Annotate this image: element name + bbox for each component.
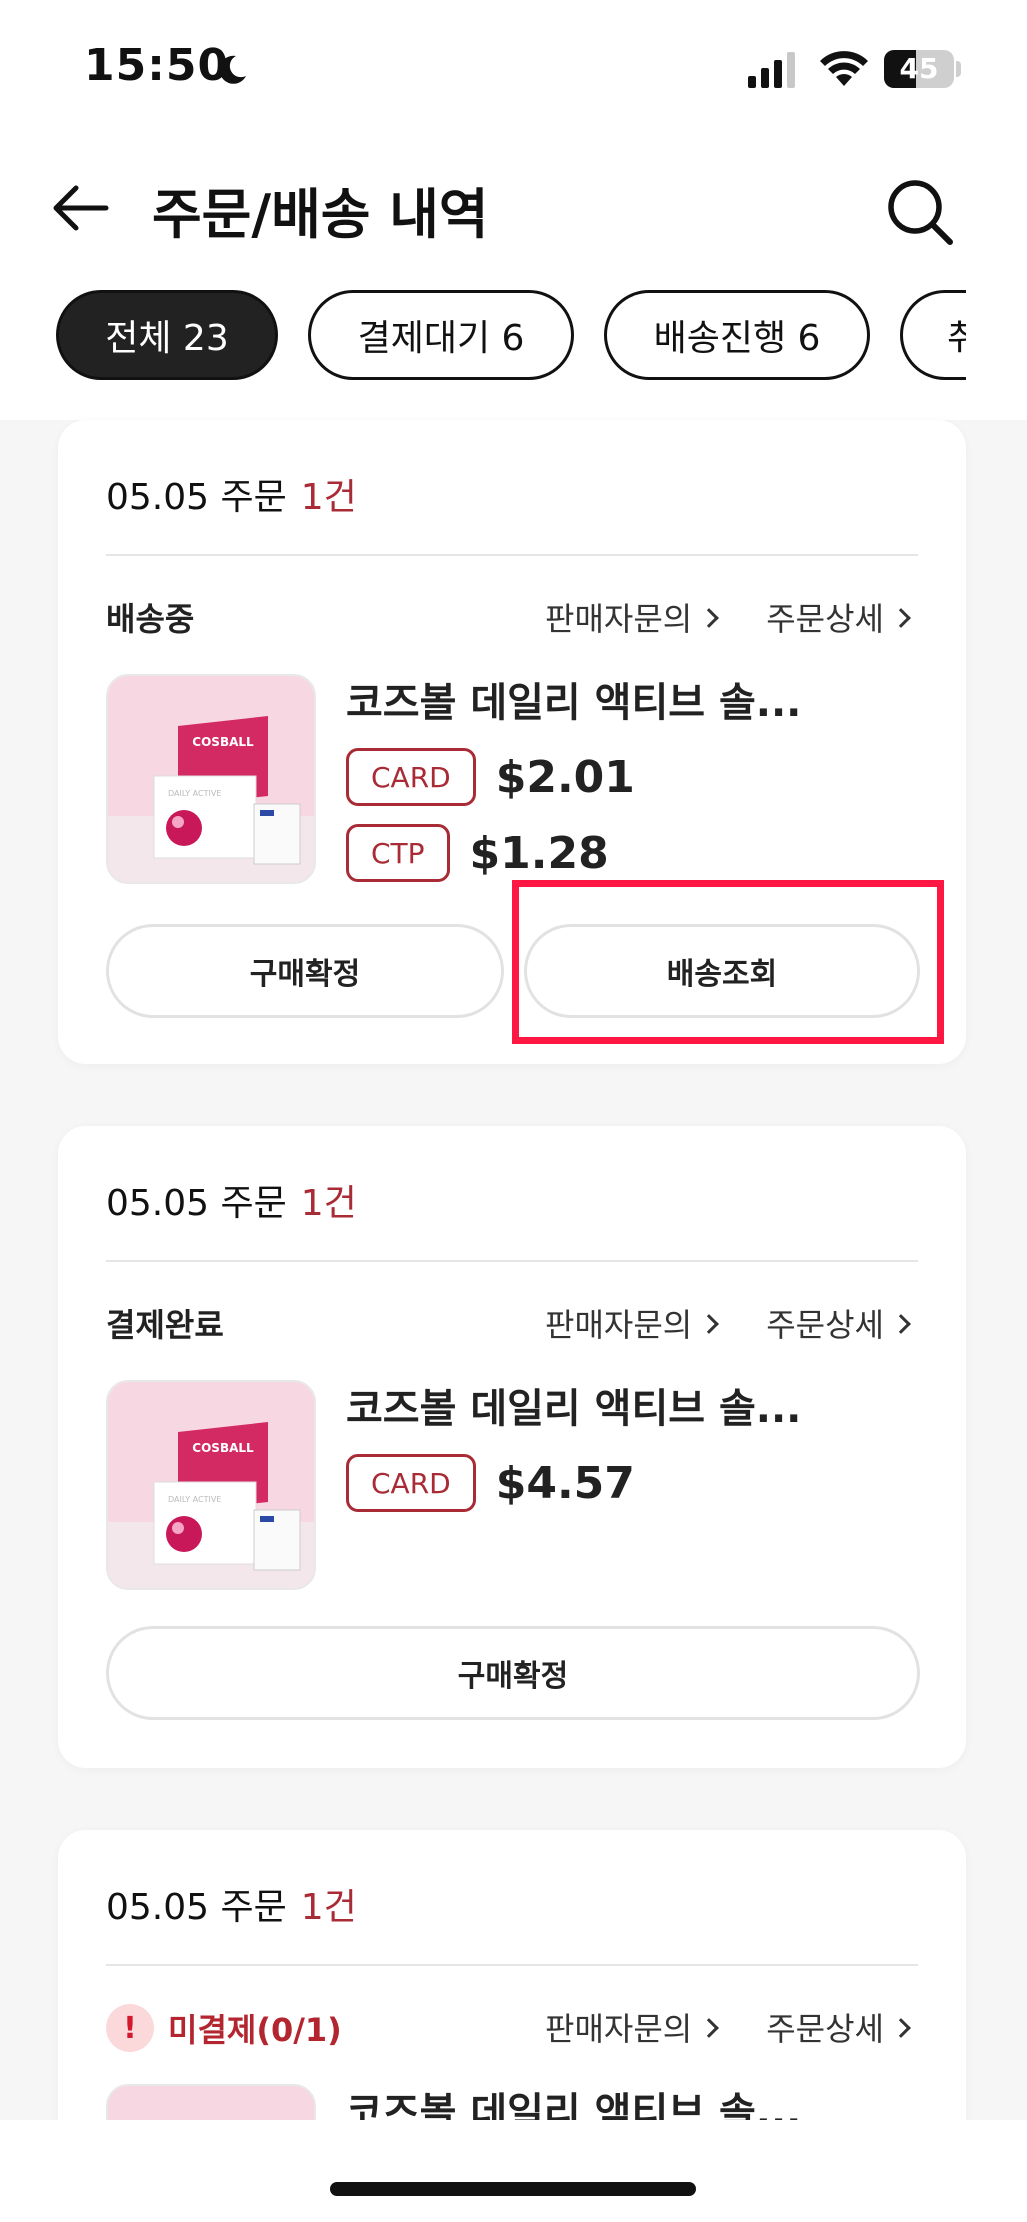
order-status: ! 미결제(0/1) — [106, 2004, 342, 2052]
order-links: 판매자문의 주문상세 — [545, 594, 911, 640]
seller-inquiry-label: 판매자문의 — [545, 2010, 693, 2048]
order-date-text: 05.05 주문 — [106, 1183, 287, 1224]
product-name[interactable]: 코즈볼 데일리 액티브 솔... — [346, 1376, 906, 1434]
product-brand-text: COSBALL — [192, 1441, 254, 1455]
divider — [106, 1964, 918, 1966]
price: $1.28 — [469, 827, 609, 879]
order-date: 05.05 주문 1건 — [106, 1174, 357, 1226]
order-date-text: 05.05 주문 — [106, 1887, 287, 1928]
payment-method-badge: CARD — [346, 1454, 476, 1512]
order-detail-link[interactable]: 주문상세 — [766, 594, 911, 640]
battery-icon: 45 — [884, 50, 954, 88]
order-count: 1건 — [300, 1887, 357, 1928]
chevron-right-icon — [699, 2018, 720, 2038]
order-count: 1건 — [300, 1183, 357, 1224]
price-row: CARD $2.01 — [346, 748, 635, 806]
chevron-right-icon — [891, 2018, 911, 2038]
order-detail-label: 주문상세 — [766, 600, 884, 638]
divider — [106, 554, 918, 556]
wifi-icon — [820, 51, 868, 86]
seller-inquiry-link[interactable]: 판매자문의 — [545, 1300, 720, 1346]
order-detail-label: 주문상세 — [766, 2010, 884, 2048]
payment-method-badge: CTP — [346, 824, 450, 882]
seller-inquiry-label: 판매자문의 — [545, 1306, 693, 1344]
chevron-right-icon — [891, 608, 911, 628]
chip-cancel[interactable]: 취 — [900, 290, 966, 380]
chevron-right-icon — [699, 608, 720, 628]
divider — [106, 1260, 918, 1262]
filter-chips: 전체 23 결제대기 6 배송진행 6 취 — [56, 290, 966, 384]
seller-inquiry-label: 판매자문의 — [545, 600, 693, 638]
chip-shipping[interactable]: 배송진행 6 — [604, 290, 870, 380]
price: $4.57 — [495, 1457, 635, 1509]
chevron-right-icon — [699, 1314, 720, 1334]
product-box-label: DAILY ACTIVE — [168, 1495, 221, 1504]
confirm-purchase-button[interactable]: 구매확정 — [106, 1626, 920, 1720]
order-date: 05.05 주문 1건 — [106, 1878, 357, 1930]
order-date: 05.05 주문 1건 — [106, 468, 357, 520]
search-icon[interactable] — [884, 176, 956, 248]
order-date-text: 05.05 주문 — [106, 477, 287, 518]
page-title: 주문/배송 내역 — [152, 183, 489, 246]
order-detail-label: 주문상세 — [766, 1306, 884, 1344]
product-image: COSBALL DAILY ACTIVE — [108, 676, 314, 882]
confirm-purchase-button[interactable]: 구매확정 — [106, 924, 504, 1018]
product-name[interactable]: 코즈볼 데일리 액티브 솔... — [346, 670, 906, 728]
order-links: 판매자문의 주문상세 — [545, 1300, 911, 1346]
bottom-bar — [0, 2120, 1027, 2222]
price: $2.01 — [495, 751, 635, 803]
status-time: 15:50 — [84, 40, 230, 91]
order-detail-link[interactable]: 주문상세 — [766, 1300, 911, 1346]
exclamation-icon: ! — [106, 2004, 154, 2052]
battery-cap — [956, 61, 961, 77]
product-image: COSBALL DAILY ACTIVE — [108, 1382, 314, 1588]
order-count: 1건 — [300, 477, 357, 518]
order-status: 배송중 — [106, 600, 195, 638]
seller-inquiry-link[interactable]: 판매자문의 — [545, 2004, 720, 2050]
battery-percent: 45 — [899, 52, 939, 85]
home-indicator[interactable] — [330, 2182, 696, 2196]
order-detail-link[interactable]: 주문상세 — [766, 2004, 911, 2050]
order-status-text: 미결제(0/1) — [168, 2011, 342, 2049]
signal-icon — [748, 52, 795, 88]
order-card: 05.05 주문 1건 결제완료 판매자문의 주문상세 COSBALL DAILY… — [58, 1126, 966, 1768]
price-row: CARD $4.57 — [346, 1454, 635, 1512]
chip-payment-pending[interactable]: 결제대기 6 — [308, 290, 574, 380]
back-arrow-icon[interactable] — [50, 180, 110, 236]
moon-icon — [219, 55, 246, 84]
seller-inquiry-link[interactable]: 판매자문의 — [545, 594, 720, 640]
product-brand-text: COSBALL — [192, 735, 254, 749]
order-links: 판매자문의 주문상세 — [545, 2004, 911, 2050]
chip-all[interactable]: 전체 23 — [56, 290, 278, 380]
chevron-right-icon — [891, 1314, 911, 1334]
product-thumbnail[interactable]: COSBALL DAILY ACTIVE — [106, 1380, 316, 1590]
order-status: 결제완료 — [106, 1306, 224, 1344]
product-thumbnail[interactable]: COSBALL DAILY ACTIVE — [106, 674, 316, 884]
price-row: CTP $1.28 — [346, 824, 609, 882]
highlight-box — [512, 880, 944, 1044]
payment-method-badge: CARD — [346, 748, 476, 806]
product-box-label: DAILY ACTIVE — [168, 789, 221, 798]
